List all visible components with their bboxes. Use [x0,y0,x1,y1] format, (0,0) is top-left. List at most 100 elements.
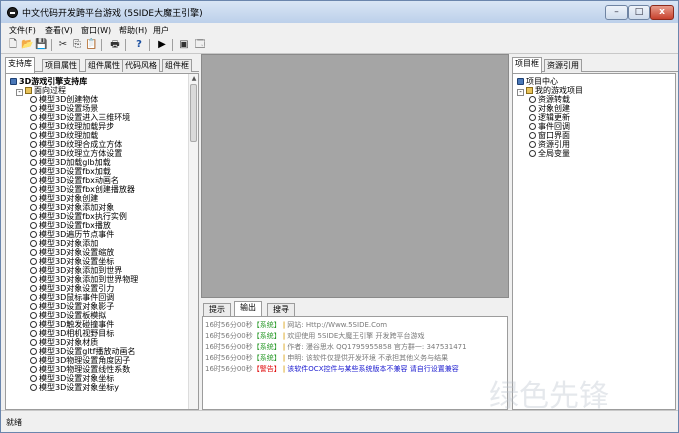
tree-item[interactable]: 模型3D纹理加载异步 [30,123,114,131]
output-separator: | [282,365,286,373]
paste-icon[interactable]: 📋 [85,39,97,51]
tree-item[interactable]: 模型3D对象添加到世界 [30,267,122,275]
output-separator: | [282,343,286,351]
tree-item[interactable]: 模型3D对象添加到世界物理 [30,276,138,284]
collapse-icon[interactable]: - [16,89,23,96]
help-icon[interactable]: ? [133,39,145,51]
tree-item[interactable]: 模型3D设置fbx动画名 [30,177,119,185]
project-item[interactable]: 事件回调 [529,123,570,131]
new-file-icon[interactable]: 🗋 [7,39,19,51]
cut-icon[interactable]: ✂ [57,39,69,51]
view-icon[interactable]: ▣ [178,39,190,51]
collapse-icon[interactable]: - [517,89,524,96]
tree-item[interactable]: 模型3D设置场景 [30,105,98,113]
tree-item[interactable]: 模型3D设置对象坐标y [30,384,119,392]
project-item[interactable]: 全局变量 [529,150,570,158]
menu-view[interactable]: 查看(V) [45,25,73,36]
tree-item-label: 模型3D物理设置线性系数 [39,365,131,374]
menu-help[interactable]: 帮助(H) [119,25,147,36]
close-button[interactable]: x [650,5,674,20]
project-item-label: 窗口界面 [538,131,570,140]
function-icon [30,330,37,337]
run-icon[interactable]: ▶ [156,39,168,51]
toolbar-separator [172,39,173,51]
tree-root[interactable]: 3D游戏引擎支持库 [10,78,87,86]
tree-item[interactable]: 模型3D对象材质 [30,339,98,347]
project-item[interactable]: 对象创建 [529,105,570,113]
maximize-button[interactable]: □ [628,5,650,20]
scroll-thumb[interactable] [190,84,197,142]
node-icon [529,114,536,121]
project-root[interactable]: 项目中心 [517,78,558,86]
node-icon [529,132,536,139]
design-canvas[interactable] [201,54,509,298]
tree-item[interactable]: 模型3D设置fbx创建播放器 [30,186,135,194]
tree-item[interactable]: 模型3D对象添加对象 [30,204,114,212]
function-icon [30,141,37,148]
tab-hint[interactable]: 提示 [203,303,231,316]
function-icon [30,321,37,328]
tree-item[interactable]: 模型3D设置对象坐标 [30,375,114,383]
project-item[interactable]: 资源转载 [529,96,570,104]
project-item[interactable]: 资源引用 [529,141,570,149]
tab-code-style[interactable]: 代码风格 [122,59,160,72]
tab-search[interactable]: 搜寻 [267,303,295,316]
function-icon [30,213,37,220]
tree-item[interactable]: 模型3D设置gltf播放动画名 [30,348,136,356]
tab-component-properties[interactable]: 组件属性 [85,59,123,72]
tree-item-label: 模型3D遍历节点事件 [39,230,115,239]
scroll-up-icon[interactable]: ▲ [190,75,198,83]
project-icon [517,78,524,85]
tree-item[interactable]: 模型3D纹理立方体设置 [30,150,122,158]
save-icon[interactable]: 💾 [35,39,47,51]
function-icon [30,366,37,373]
output-message: 欢迎使用 5SIDE大魔王引擎 开发跨平台游戏 [287,332,425,340]
tab-support-library[interactable]: 支持库 [5,57,35,73]
tree-item[interactable]: 模型3D物理设置线性系数 [30,366,130,374]
project-item[interactable]: 逻辑更新 [529,114,570,122]
menu-user[interactable]: 用户 [153,25,169,36]
project-item[interactable]: 窗口界面 [529,132,570,140]
tree-item[interactable]: 模型3D纹理合成立方体 [30,141,122,149]
tab-output[interactable]: 输出 [234,301,262,316]
tree-item[interactable]: 模型3D相机视野目标 [30,330,114,338]
tree-item[interactable]: 模型3D设置对象影子 [30,303,114,311]
tree-item[interactable]: 模型3D纹理加载 [30,132,98,140]
tree-item-label: 模型3D设置fbx播放 [39,221,111,230]
tree-item[interactable]: 模型3D对象设置坐标 [30,258,114,266]
tree-item[interactable]: 模型3D设置进入三维环境 [30,114,130,122]
output-message: 作者: 漫谷思水 QQ1795955858 官方群一: 347531471 [287,343,467,351]
tree-item[interactable]: 模型3D对象创建 [30,195,98,203]
tab-project-box[interactable]: 项目框 [512,57,542,73]
tree-item[interactable]: 模型3D鼠标事件回调 [30,294,114,302]
tree-item[interactable]: 模型3D设置fbx执行实例 [30,213,127,221]
output-time: 16时56分00秒 [205,343,253,351]
tree-item-label: 模型3D对象添加到世界 [39,266,123,275]
output-line: 16时56分00秒【系统】 | 申明: 该软件仅提供开发环境 不承担其他义务与结果 [205,354,448,362]
menu-file[interactable]: 文件(F) [9,25,36,36]
tree-item[interactable]: 模型3D对象添加 [30,240,98,248]
vertical-scrollbar[interactable]: ▲ [188,74,198,409]
tree-item[interactable]: 模型3D物理设置角度因子 [30,357,130,365]
tree-item[interactable]: 模型3D创建物体 [30,96,98,104]
tree-item[interactable]: 模型3D加载glb加载 [30,159,111,167]
output-time: 16时56分00秒 [205,332,253,340]
minimize-button[interactable]: – [605,5,628,20]
copy-icon[interactable]: ⎘ [71,39,83,51]
menu-window[interactable]: 窗口(W) [81,25,111,36]
tree-item-label: 模型3D设置对象坐标 [39,374,115,383]
window-icon[interactable]: 🗔 [194,39,206,51]
print-icon[interactable]: 🖶 [109,39,121,51]
tree-item[interactable]: 模型3D设置fbx播放 [30,222,111,230]
function-icon [30,222,37,229]
tab-resource-reference[interactable]: 资源引用 [544,59,582,72]
tab-component-box[interactable]: 组件框 [162,59,192,72]
tree-item[interactable]: 模型3D遍历节点事件 [30,231,114,239]
open-folder-icon[interactable]: 📂 [21,39,33,51]
tree-item[interactable]: 模型3D设置板模拟 [30,312,106,320]
tree-item[interactable]: 模型3D对象设置缩放 [30,249,114,257]
tree-item[interactable]: 模型3D对象设置引力 [30,285,114,293]
tab-project-properties[interactable]: 项目属性 [42,59,80,72]
tree-item[interactable]: 模型3D触发碰撞事件 [30,321,114,329]
tree-item[interactable]: 模型3D设置fbx加载 [30,168,111,176]
